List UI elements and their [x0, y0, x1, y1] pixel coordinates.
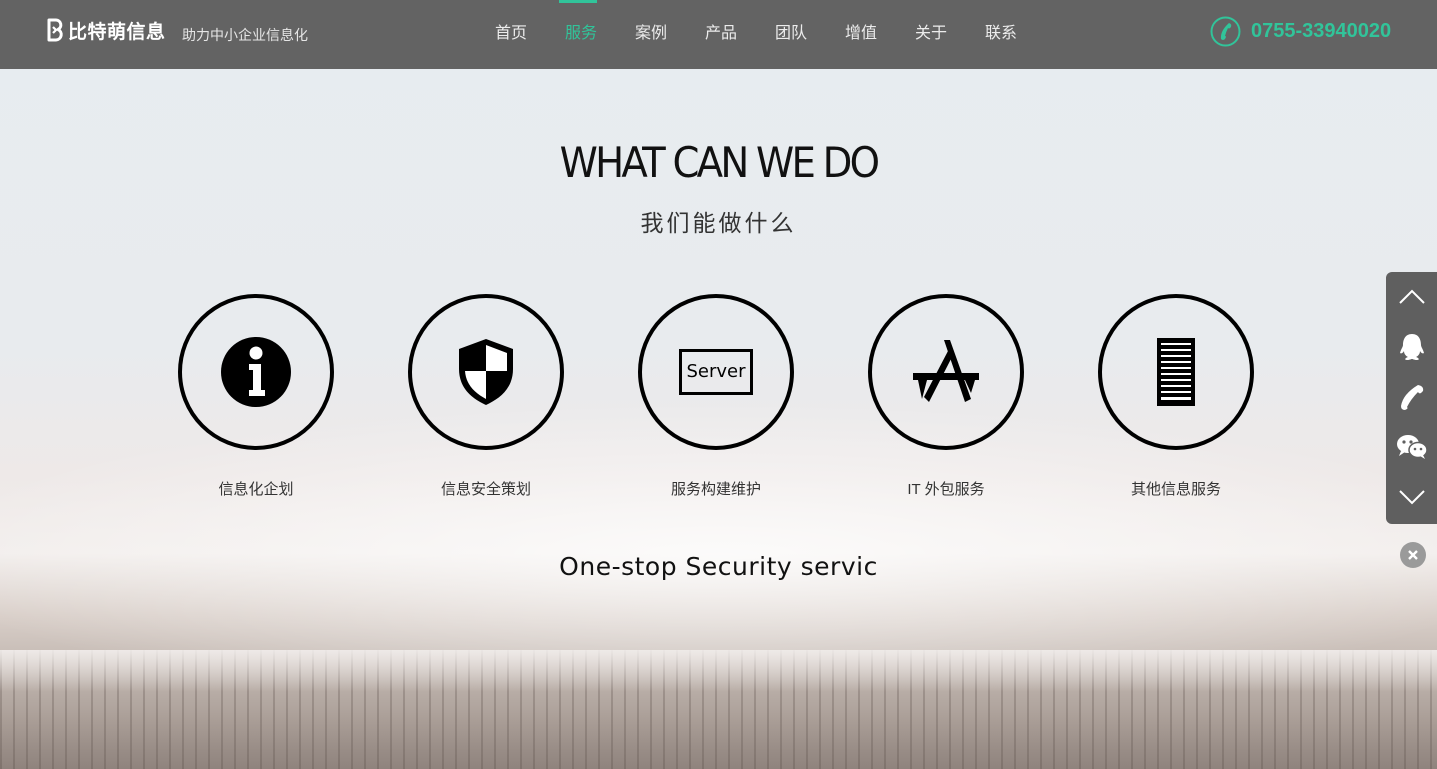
site-slogan: 助力中小企业信息化: [182, 27, 308, 43]
nav-item-home[interactable]: 首页: [476, 0, 546, 69]
nav-label: 产品: [704, 24, 737, 42]
service-label: 服务构建维护: [670, 481, 761, 498]
scroll-down-button[interactable]: [1386, 472, 1437, 522]
floor-fade: [0, 650, 1437, 769]
floating-toolbar: [1386, 272, 1437, 524]
wechat-icon: [1396, 435, 1428, 459]
service-item-security-planning[interactable]: 信息安全策划: [408, 294, 564, 499]
nav-item-contact[interactable]: 联系: [966, 0, 1036, 69]
nav-label: 团队: [774, 24, 807, 42]
service-item-it-outsourcing[interactable]: IT 外包服务: [868, 294, 1024, 499]
arrow-up-icon: [1398, 289, 1425, 304]
wechat-button[interactable]: [1386, 422, 1437, 472]
service-label: 信息安全策划: [440, 481, 531, 498]
phone-button[interactable]: [1386, 372, 1437, 422]
server-icon: Server: [679, 349, 753, 395]
nav-label: 增值: [844, 24, 877, 42]
nav-label: 首页: [494, 24, 527, 42]
qq-button[interactable]: [1386, 322, 1437, 372]
header-phone[interactable]: 0755-33940020: [1210, 16, 1391, 47]
section-title: WHAT CAN WE DO: [559, 138, 880, 187]
nav-item-cases[interactable]: 案例: [616, 0, 686, 69]
service-circle: Server: [638, 294, 794, 450]
nav-item-services[interactable]: 服务: [546, 0, 616, 69]
main-nav: 首页 服务 案例 产品 团队 增值 关于 联系: [476, 0, 1036, 69]
service-item-server-maintenance[interactable]: Server 服务构建维护: [638, 294, 794, 499]
service-item-other-services[interactable]: 其他信息服务: [1098, 294, 1254, 499]
site-header: 比特萌信息 助力中小企业信息化 首页 服务 案例 产品 团队 增值 关于 联系 …: [0, 0, 1437, 69]
service-label: 信息化企划: [218, 481, 294, 498]
service-circle: [408, 294, 564, 450]
nav-item-about[interactable]: 关于: [896, 0, 966, 69]
toolbar-close-button[interactable]: [1400, 542, 1426, 568]
qq-icon: [1399, 334, 1424, 360]
nav-item-team[interactable]: 团队: [756, 0, 826, 69]
section-subtitle: 我们能做什么: [640, 210, 797, 236]
nav-item-products[interactable]: 产品: [686, 0, 756, 69]
nav-label: 案例: [634, 24, 667, 42]
arrow-down-icon: [1398, 490, 1425, 505]
service-item-info-planning[interactable]: 信息化企划: [178, 294, 334, 499]
scroll-up-button[interactable]: [1386, 272, 1437, 322]
server-icon-text: Server: [686, 361, 746, 382]
nav-label: 服务: [564, 24, 597, 42]
service-label: IT 外包服务: [907, 481, 985, 498]
service-circle: [868, 294, 1024, 450]
logo-mark-icon: [47, 18, 63, 42]
site-logo[interactable]: 比特萌信息: [46, 17, 166, 43]
app-store-icon: [913, 340, 979, 402]
phone-icon: [1400, 385, 1423, 410]
close-icon: [1408, 550, 1418, 560]
phone-circle-icon: [1210, 16, 1241, 47]
shield-icon: [459, 339, 513, 405]
service-circle: [1098, 294, 1254, 450]
section-tagline: One-stop Security servic: [559, 552, 878, 581]
phone-number: 0755-33940020: [1251, 20, 1392, 42]
brand-name: 比特萌信息: [68, 20, 166, 43]
nav-item-value-added[interactable]: 增值: [826, 0, 896, 69]
nav-label: 关于: [914, 24, 947, 42]
service-label: 其他信息服务: [1130, 481, 1221, 498]
nav-label: 联系: [984, 24, 1017, 42]
server-rack-icon: [1157, 338, 1195, 406]
service-circle: [178, 294, 334, 450]
info-icon: [221, 337, 291, 407]
